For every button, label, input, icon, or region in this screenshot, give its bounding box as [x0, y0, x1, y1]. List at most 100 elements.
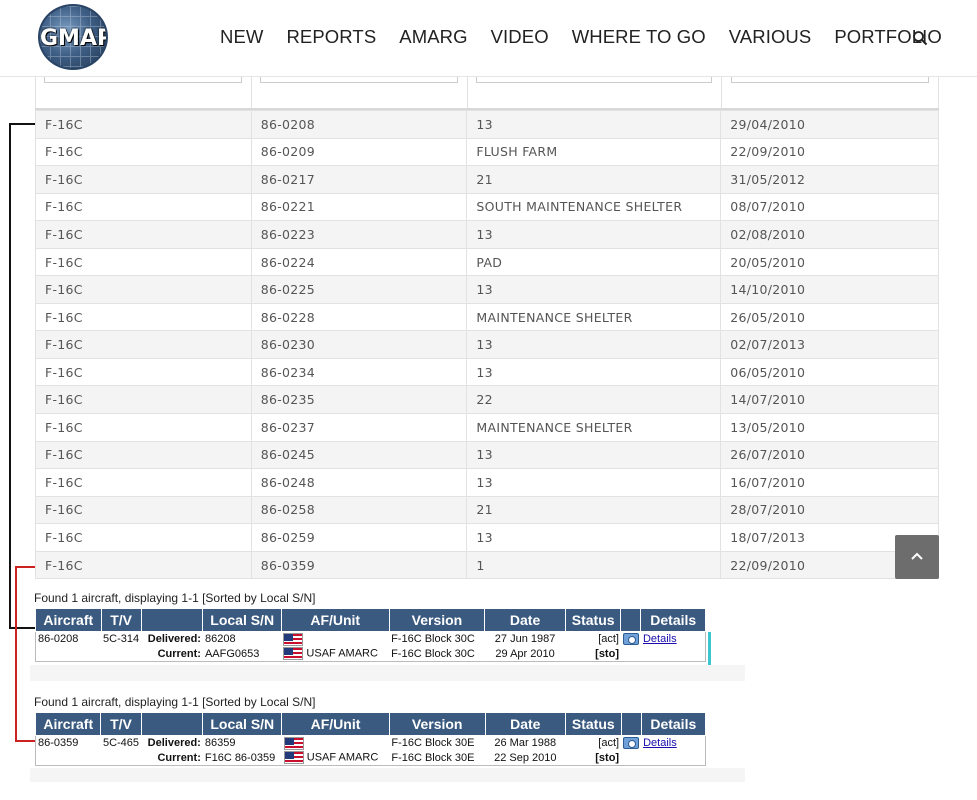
table-row: F-16C 86-0223 13 02/08/2010	[35, 220, 939, 249]
cell-date: 06/05/2010	[720, 357, 939, 387]
cell-location: 13	[466, 220, 722, 249]
nav-reports[interactable]: REPORTS	[286, 26, 376, 48]
aircraft-serial: 86-0208	[38, 633, 79, 646]
tv-code: 5C-314	[103, 633, 140, 646]
current-label: Current:	[157, 647, 201, 660]
nav-video[interactable]: VIDEO	[491, 26, 549, 48]
empty-cell	[621, 751, 641, 766]
filter-aircraft-input[interactable]	[44, 77, 242, 83]
current-label: Current:	[157, 751, 201, 764]
filter-location-input[interactable]	[476, 77, 712, 83]
cell-aircraft-type: F-16C	[35, 247, 252, 277]
nav-amarg[interactable]: AMARG	[399, 26, 467, 48]
aircraft-detail-table: Aircraft T/V Local S/N AF/Unit Version D…	[34, 712, 707, 766]
table-row: F-16C 86-0225 13 14/10/2010	[35, 275, 939, 304]
col-local-sn: Local S/N	[202, 712, 283, 736]
connector-red-top	[15, 566, 35, 568]
cell-location: 13	[466, 440, 722, 470]
found-summary: Found 1 aircraft, displaying 1-1 [Sorted…	[34, 591, 316, 605]
delivered-label: Delivered:	[147, 737, 201, 750]
cell-serial: 86-0237	[250, 413, 468, 442]
cell-aircraft-type: F-16C	[35, 523, 252, 552]
cell-date: 14/07/2010	[720, 385, 939, 415]
empty-cell	[621, 647, 641, 662]
nav-where-to-go[interactable]: WHERE TO GO	[572, 26, 706, 48]
cell-serial: 86-0245	[250, 440, 468, 470]
delivered-local-sn: 86359	[204, 737, 236, 750]
table-row: F-16C 86-0359 1 22/09/2010	[35, 550, 939, 580]
table-row: F-16C 86-0234 13 06/05/2010	[35, 357, 939, 387]
us-flag-icon	[283, 751, 304, 765]
table-row: F-16C 86-0237 MAINTENANCE SHELTER 13/05/201…	[35, 413, 939, 442]
table-row: F-16C 86-0235 22 14/07/2010	[35, 385, 939, 415]
details-link[interactable]: Details	[643, 633, 677, 645]
cell-location: MAINTENANCE SHELTER	[466, 413, 722, 442]
cell-serial: 86-0221	[250, 192, 468, 222]
panel-shadow	[30, 768, 745, 782]
cell-location: 1	[466, 550, 722, 580]
filter-date-input[interactable]	[731, 77, 929, 83]
tv-code: 5C-465	[102, 737, 140, 750]
cell-date: 13/05/2010	[720, 413, 939, 442]
col-photo	[620, 608, 642, 632]
cell-location: SOUTH MAINTENANCE SHELTER	[466, 192, 722, 222]
cell-serial: 86-0258	[250, 495, 468, 525]
col-details: Details	[640, 712, 707, 736]
delivered-date: 26 Mar 1988	[494, 737, 557, 750]
us-flag-icon	[283, 736, 304, 750]
cell-date: 29/04/2010	[720, 110, 939, 139]
cell-aircraft-type: F-16C	[35, 110, 252, 139]
cell-aircraft-type: F-16C	[35, 468, 252, 497]
current-date: 22 Sep 2010	[494, 751, 557, 764]
current-version: F-16C Block 30C	[391, 647, 475, 660]
cell-aircraft-type: F-16C	[35, 302, 252, 332]
current-af-unit: USAF AMARC	[281, 647, 389, 662]
nav-various[interactable]: VARIOUS	[729, 26, 812, 48]
details-cell: Details	[641, 632, 706, 647]
col-af-unit: AF/Unit	[280, 608, 390, 632]
cell-serial: 86-0228	[250, 302, 468, 332]
col-details: Details	[640, 608, 706, 632]
filter-serial-select[interactable]	[260, 77, 458, 83]
cell-location: 13	[466, 275, 722, 304]
cell-aircraft-type: F-16C	[35, 385, 252, 415]
details-cell: Details	[641, 736, 705, 751]
table-row: F-16C 86-0228 MAINTENANCE SHELTER 26/05/201…	[35, 302, 939, 332]
camera-icon[interactable]	[623, 737, 640, 750]
photo-cell	[621, 632, 641, 647]
table-left-edge	[35, 77, 36, 110]
cell-location: PAD	[466, 247, 722, 277]
cell-serial: 86-0230	[250, 330, 468, 359]
scroll-to-top-button[interactable]	[895, 535, 939, 579]
table-row: F-16C 86-0208 13 29/04/2010	[35, 110, 939, 139]
table-row: F-16C 86-0221 SOUTH MAINTENANCE SHELTER 08/…	[35, 192, 939, 222]
cell-date: 02/08/2010	[720, 220, 939, 249]
cell-aircraft-type: F-16C	[35, 192, 252, 222]
col-label	[140, 712, 204, 736]
photo-cell	[621, 736, 641, 751]
cell-location: 13	[466, 330, 722, 359]
cell-date: 08/07/2010	[720, 192, 939, 222]
empty-cell	[36, 751, 101, 766]
delivered-version: F-16C Block 30E	[391, 737, 475, 750]
site-header: GMAP NEW REPORTS AMARG VIDEO WHERE TO GO…	[0, 0, 977, 77]
table-row: F-16C 86-0217 21 31/05/2012	[35, 165, 939, 194]
site-logo[interactable]: GMAP	[38, 4, 108, 70]
current-version: F-16C Block 30E	[391, 751, 475, 764]
connector-black-top	[9, 123, 35, 125]
search-icon[interactable]	[912, 30, 928, 46]
table-row: F-16C 86-0224 PAD 20/05/2010	[35, 247, 939, 277]
details-link[interactable]: Details	[643, 737, 677, 749]
cell-date: 02/07/2013	[720, 330, 939, 359]
camera-icon[interactable]	[622, 633, 639, 646]
nav-new[interactable]: NEW	[220, 26, 263, 48]
cell-serial: 86-0248	[250, 468, 468, 497]
table-right-edge	[938, 77, 939, 110]
col-version: Version	[388, 712, 486, 736]
current-status: [sto]	[595, 751, 620, 764]
us-flag-icon	[283, 647, 304, 661]
col-version: Version	[388, 608, 486, 632]
col-date: Date	[484, 608, 566, 632]
table-col-divider	[467, 77, 468, 110]
cell-serial: 86-0234	[250, 357, 468, 387]
